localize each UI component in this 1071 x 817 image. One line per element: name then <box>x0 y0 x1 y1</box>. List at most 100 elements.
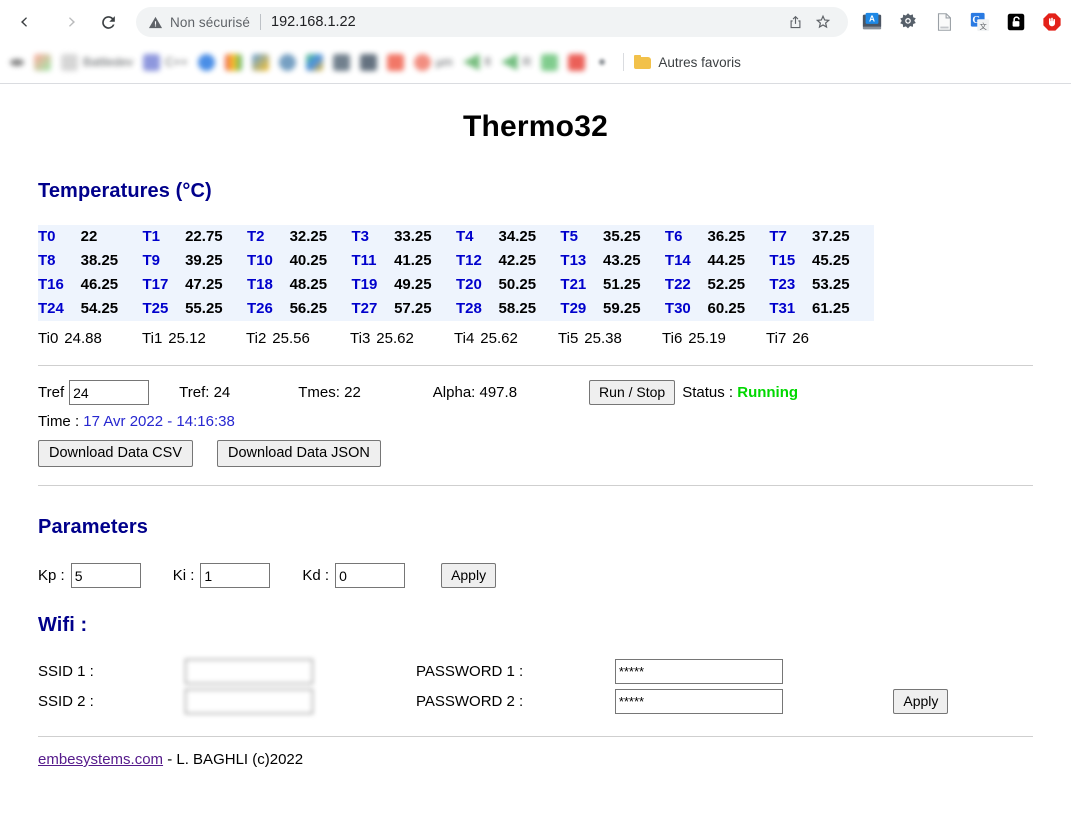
tref-readout: Tref: 24 <box>179 384 231 401</box>
bookmark-favicon <box>61 53 78 71</box>
sensor-label: T14 <box>664 252 691 269</box>
divider-before-footer <box>38 736 1033 737</box>
wifi-apply-cell: Apply <box>867 689 1033 714</box>
omnibox-divider <box>260 14 261 30</box>
bookmark-favicon <box>541 53 559 71</box>
kd-label: Kd : <box>302 567 330 584</box>
bookmark-favicon <box>278 53 296 71</box>
sensor-label: T29 <box>560 300 587 317</box>
bookmark-item[interactable]: C++ <box>143 53 188 71</box>
bookmark-item[interactable] <box>332 53 350 71</box>
internal-sensor-value: 25.12 <box>168 330 206 347</box>
internal-sensor-label: Ti5 <box>558 330 579 347</box>
bookmark-label: C++ <box>165 55 188 69</box>
sensor-label: T30 <box>664 300 691 317</box>
google-translate-extension-icon[interactable]: G 文 <box>965 7 995 37</box>
password1-input[interactable] <box>614 659 783 684</box>
bookmarks-bar: Battledev C++ µm fl R Autres favoris <box>0 44 1071 80</box>
bookmark-label: fl <box>484 55 491 69</box>
sensor-label: T10 <box>246 252 273 269</box>
internal-sensor-cell: Ti3 25.62 <box>350 330 454 347</box>
footer: embesystems.com - L. BAGHLI (c)2022 <box>38 751 1033 768</box>
divider-after-controls <box>38 485 1033 486</box>
bookmark-item[interactable] <box>305 53 323 71</box>
internal-sensor-cell: Ti4 25.62 <box>454 330 558 347</box>
parameters-row: Kp : Ki : Kd : Apply <box>38 563 1033 588</box>
ki-input[interactable] <box>200 563 271 588</box>
bookmark-favicon <box>10 58 24 66</box>
ki-label: Ki : <box>172 567 195 584</box>
bug-gear-extension-icon[interactable] <box>893 7 923 37</box>
password2-input[interactable] <box>614 689 783 714</box>
kd-input[interactable] <box>335 563 406 588</box>
lock-extension-icon[interactable] <box>1001 7 1031 37</box>
sensor-value: 39.25 <box>185 252 223 269</box>
forward-button[interactable] <box>51 5 85 39</box>
apply-wifi-button[interactable]: Apply <box>893 689 949 714</box>
bookmark-item[interactable] <box>541 53 559 71</box>
adblock-extension-icon[interactable] <box>1037 7 1067 37</box>
bookmark-item[interactable] <box>197 53 215 71</box>
download-row: Download Data CSV Download Data JSON <box>38 440 1033 467</box>
sensor-label: T3 <box>351 228 369 245</box>
internal-sensor-label: Ti7 <box>766 330 787 347</box>
status-label: Status : <box>682 384 734 401</box>
password2-label: PASSWORD 2 : <box>415 693 524 710</box>
bookmark-overflow-icon[interactable] <box>599 59 606 65</box>
address-bar[interactable]: Non sécurisé 192.168.1.22 <box>136 7 848 37</box>
bookmark-favicon <box>462 53 480 71</box>
sensor-label: T31 <box>769 300 796 317</box>
embesystems-link[interactable]: embesystems.com <box>38 751 163 768</box>
sensor-value: 50.25 <box>498 276 537 293</box>
bookmark-item[interactable] <box>224 53 242 71</box>
other-bookmarks-folder[interactable]: Autres favoris <box>634 55 741 70</box>
bookmark-item[interactable] <box>568 53 586 71</box>
bookmark-item[interactable]: fl <box>462 53 491 71</box>
run-stop-button[interactable]: Run / Stop <box>589 380 676 405</box>
bookmark-item[interactable] <box>251 53 269 71</box>
kp-input[interactable] <box>70 563 141 588</box>
download-json-button[interactable]: Download Data JSON <box>217 440 381 467</box>
sensor-value: 47.25 <box>185 276 223 293</box>
kp-label: Kp : <box>38 567 65 584</box>
bookmark-favicon <box>500 53 518 71</box>
back-button[interactable] <box>11 5 45 39</box>
bookmark-item[interactable] <box>10 58 24 66</box>
internal-sensor-value: 25.56 <box>272 330 310 347</box>
tref-input[interactable] <box>69 380 150 405</box>
sensor-value: 53.25 <box>812 276 850 293</box>
download-csv-button[interactable]: Download Data CSV <box>38 440 193 467</box>
bookmark-item[interactable] <box>386 53 404 71</box>
bookmark-item[interactable] <box>34 53 51 71</box>
bookmark-item[interactable] <box>359 53 377 71</box>
sensor-value: 22 <box>80 228 98 245</box>
sensor-value: 38.25 <box>80 252 119 269</box>
grammar-extension-icon[interactable]: A <box>857 7 887 37</box>
bookmark-item[interactable]: R <box>500 53 531 71</box>
ssid1-input[interactable] <box>185 659 314 684</box>
bookmark-item[interactable] <box>278 53 296 71</box>
sensor-label: T12 <box>455 252 482 269</box>
internal-sensor-cell: Ti7 26 <box>766 330 870 347</box>
sensor-label: T7 <box>769 228 787 245</box>
sensor-label: T26 <box>246 300 273 317</box>
apply-parameters-button[interactable]: Apply <box>441 563 497 588</box>
ssid2-input[interactable] <box>185 689 314 714</box>
sensor-label: T0 <box>38 228 56 245</box>
svg-text:A: A <box>869 15 875 24</box>
warning-triangle-icon[interactable] <box>148 15 163 30</box>
sensor-label: T23 <box>769 276 796 293</box>
status-block: Status : Running <box>682 384 798 401</box>
browser-chrome: Non sécurisé 192.168.1.22 A G 文 Battlede… <box>0 0 1071 84</box>
reload-button[interactable] <box>91 5 125 39</box>
sensor-value: 57.25 <box>394 300 432 317</box>
kd-field: Kd : <box>302 563 406 588</box>
bookmark-item[interactable]: µm <box>413 53 453 71</box>
internal-sensor-value: 25.19 <box>688 330 726 347</box>
table-row: T0 22 T1 22.75 T2 32.25 T3 33.25 T4 34.25 T5 35.25 T… <box>38 225 874 249</box>
sensor-label: T11 <box>351 252 377 269</box>
bookmark-star-icon[interactable] <box>810 9 836 35</box>
document-extension-icon[interactable] <box>929 7 959 37</box>
bookmark-item[interactable]: Battledev <box>61 53 133 71</box>
share-icon[interactable] <box>782 9 808 35</box>
